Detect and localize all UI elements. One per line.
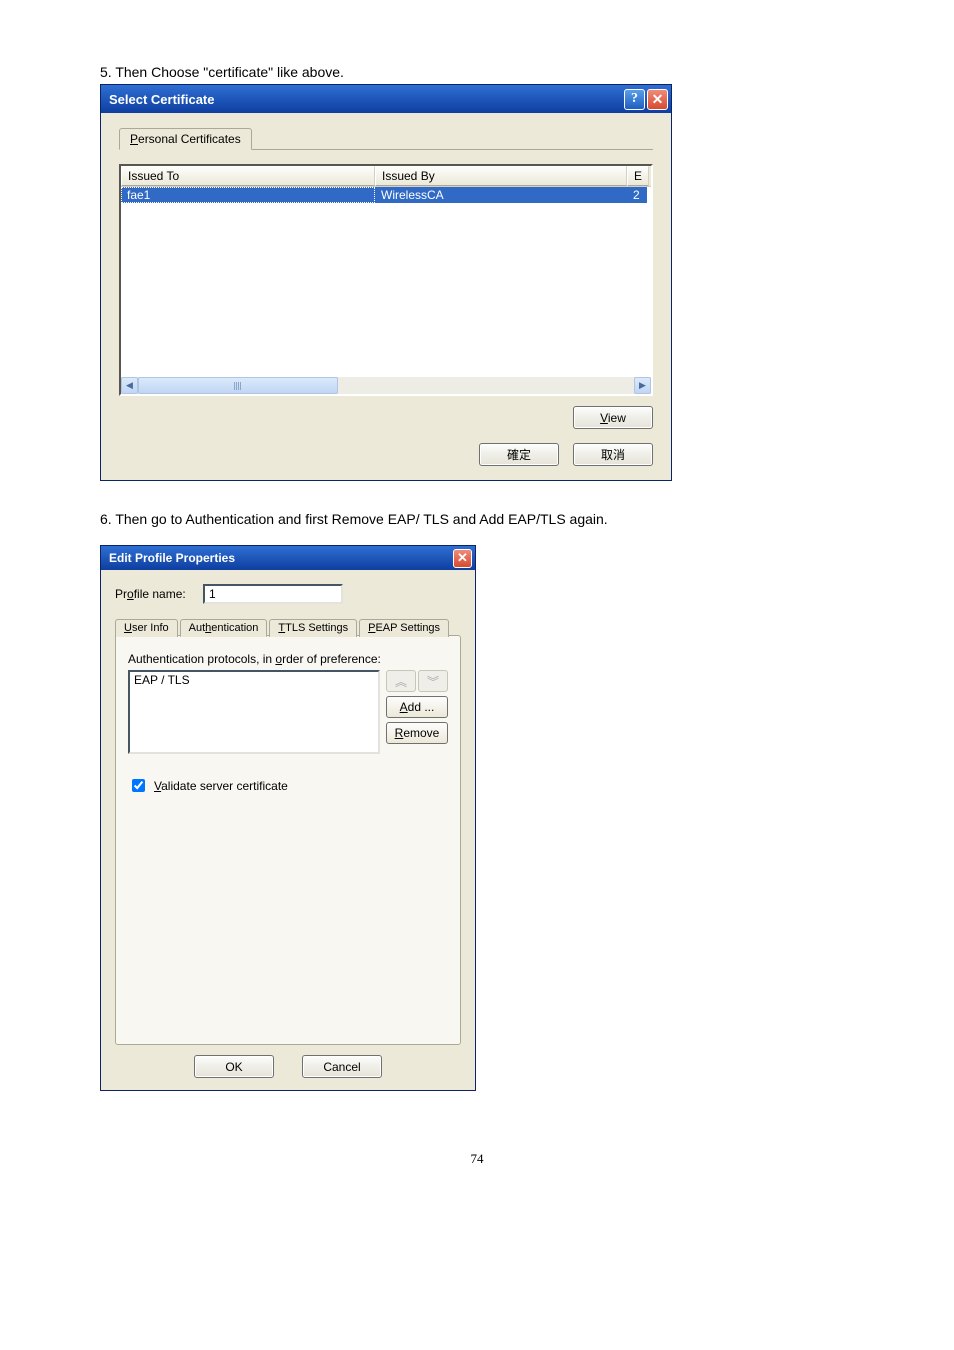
cancel-button[interactable]: 取消	[573, 443, 653, 466]
close-icon: ✕	[652, 91, 664, 108]
cell-issued-to: fae1	[121, 187, 375, 203]
list-item[interactable]: EAP / TLS	[130, 672, 378, 688]
profile-name-input[interactable]	[203, 584, 343, 604]
dlg2-title: Edit Profile Properties	[109, 551, 453, 565]
tab-authentication[interactable]: Authentication	[180, 619, 268, 637]
cell-e: 2	[627, 187, 647, 203]
scrollbar-track[interactable]	[138, 377, 634, 394]
dlg1-tabs: Personal Certificates	[119, 127, 653, 150]
col-issued-to[interactable]: Issued To	[121, 166, 375, 186]
view-button[interactable]: View	[573, 406, 653, 429]
cancel-button[interactable]: Cancel	[302, 1055, 382, 1078]
close-icon: ✕	[457, 550, 468, 566]
grip-icon	[234, 382, 242, 390]
close-button[interactable]: ✕	[647, 89, 668, 110]
step5-text: 5. Then Choose "certificate" like above.	[100, 64, 854, 80]
ok-button[interactable]: 確定	[479, 443, 559, 466]
protocols-listbox[interactable]: EAP / TLS	[128, 670, 380, 754]
add-button[interactable]: Add ...	[386, 696, 448, 718]
scrollbar-thumb[interactable]	[138, 377, 338, 394]
certificate-listview[interactable]: Issued To Issued By E fae1 WirelessCA 2 …	[119, 164, 653, 396]
move-up-button: ︽	[386, 670, 416, 692]
scroll-right-button[interactable]: ▶	[634, 377, 651, 394]
profile-name-label: Profile name:	[115, 587, 203, 601]
chevron-double-down-icon: ︾	[427, 673, 439, 690]
table-row[interactable]: fae1 WirelessCA 2	[121, 187, 651, 203]
tab-personal-certificates[interactable]: Personal Certificates	[119, 128, 252, 150]
validate-server-cert-checkbox[interactable]	[132, 779, 145, 792]
page-number: 74	[100, 1151, 854, 1167]
chevron-left-icon: ◀	[126, 380, 133, 391]
validate-server-cert-label: Validate server certificate	[154, 779, 288, 793]
listview-header: Issued To Issued By E	[121, 166, 651, 187]
dlg2-tabs: User Info Authentication TTLS Settings P…	[115, 618, 461, 636]
tab-ttls-settings[interactable]: TTLS Settings	[269, 619, 357, 637]
dlg1-title: Select Certificate	[109, 92, 622, 107]
cell-issued-by: WirelessCA	[375, 187, 627, 203]
remove-button[interactable]: Remove	[386, 722, 448, 744]
col-issued-by[interactable]: Issued By	[375, 166, 627, 186]
select-certificate-dialog: Select Certificate ? ✕ Personal Certific…	[100, 84, 672, 481]
ok-button[interactable]: OK	[194, 1055, 274, 1078]
dlg2-titlebar: Edit Profile Properties ✕	[101, 546, 475, 570]
col-e[interactable]: E	[627, 166, 649, 186]
close-button[interactable]: ✕	[453, 549, 472, 568]
horizontal-scrollbar[interactable]: ◀ ▶	[121, 377, 651, 394]
help-icon: ?	[631, 91, 638, 107]
chevron-double-up-icon: ︽	[395, 673, 407, 690]
dlg1-titlebar: Select Certificate ? ✕	[101, 85, 671, 113]
tab-peap-settings[interactable]: PEAP Settings	[359, 619, 449, 637]
help-button[interactable]: ?	[624, 89, 645, 110]
authentication-panel: Authentication protocols, in order of pr…	[115, 635, 461, 1045]
auth-protocols-label: Authentication protocols, in order of pr…	[128, 652, 448, 666]
edit-profile-dialog: Edit Profile Properties ✕ Profile name: …	[100, 545, 476, 1091]
step6-text: 6. Then go to Authentication and first R…	[100, 511, 854, 527]
tab-user-info[interactable]: User Info	[115, 619, 178, 637]
scroll-left-button[interactable]: ◀	[121, 377, 138, 394]
chevron-right-icon: ▶	[639, 380, 646, 391]
move-down-button: ︾	[418, 670, 448, 692]
